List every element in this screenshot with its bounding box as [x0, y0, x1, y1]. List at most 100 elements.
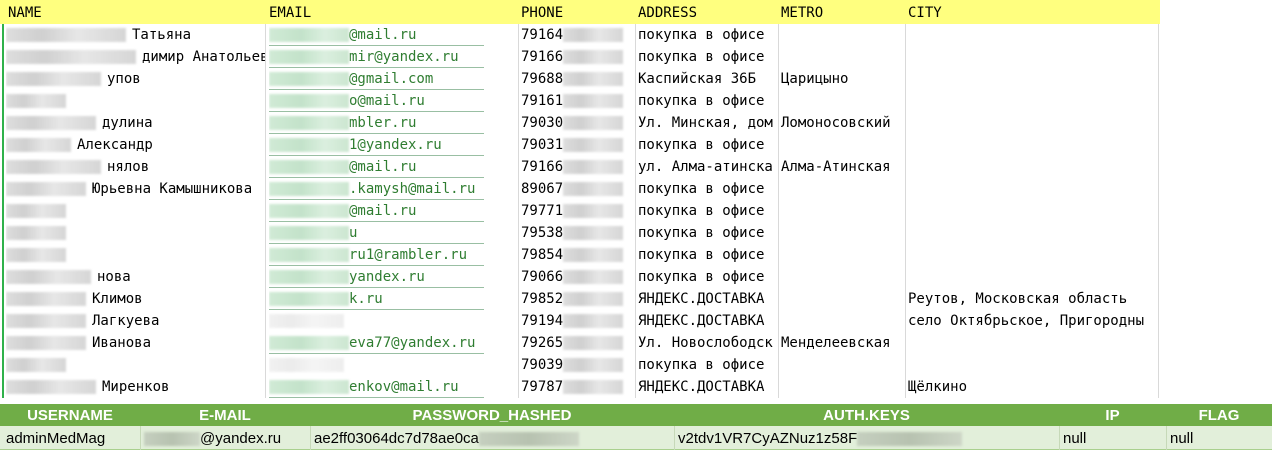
- cell-name[interactable]: [6, 354, 265, 376]
- cell-metro[interactable]: Менделеевская: [781, 332, 905, 354]
- table-row[interactable]: Юрьевна Камышникова .kamysh@mail.ru 89067 п…: [0, 178, 1160, 200]
- cell-name[interactable]: [6, 244, 265, 266]
- cell-address[interactable]: покупка в офисе: [638, 244, 778, 266]
- cell-city[interactable]: [908, 68, 1160, 90]
- cell-metro[interactable]: Царицыно: [781, 68, 905, 90]
- cell-email[interactable]: .kamysh@mail.ru: [269, 178, 518, 200]
- cell-email[interactable]: @mail.ru: [269, 156, 518, 178]
- cell-username[interactable]: adminMedMag: [6, 426, 140, 450]
- cell-email[interactable]: k.ru: [269, 288, 518, 310]
- table-row[interactable]: o@mail.ru 79161 покупка в офисе: [0, 90, 1160, 112]
- cell-email[interactable]: mbler.ru: [269, 112, 518, 134]
- cell-city[interactable]: село Октябрьское, Пригородны: [908, 310, 1160, 332]
- cell-metro[interactable]: [781, 24, 905, 46]
- cell-metro[interactable]: [781, 200, 905, 222]
- cell-email[interactable]: @mail.ru: [269, 24, 518, 46]
- cell-city[interactable]: [908, 266, 1160, 288]
- cell-address[interactable]: покупка в офисе: [638, 354, 778, 376]
- cell-name[interactable]: Иванова: [6, 332, 265, 354]
- cell-phone[interactable]: 79161: [521, 90, 635, 112]
- cell-password-hashed[interactable]: ae2ff03064dc7d78ae0ca: [314, 426, 674, 450]
- cell-email-text[interactable]: @mail.ru: [349, 27, 416, 43]
- cell-name[interactable]: дулина: [6, 112, 265, 134]
- table-row[interactable]: Лагкуева 79194 ЯНДЕКС.ДОСТАВКА село Октябрь…: [0, 310, 1160, 332]
- cell-city[interactable]: [908, 200, 1160, 222]
- cell-metro[interactable]: [781, 288, 905, 310]
- table-row[interactable]: дулина mbler.ru 79030 Ул. Минская, дом Ломон…: [0, 112, 1160, 134]
- table-row[interactable]: Климов k.ru 79852 ЯНДЕКС.ДОСТАВКА Реутов, Мо…: [0, 288, 1160, 310]
- cell-email-text[interactable]: k.ru: [349, 291, 383, 307]
- cell-metro[interactable]: [781, 244, 905, 266]
- table-row[interactable]: ru1@rambler.ru 79854 покупка в офисе: [0, 244, 1160, 266]
- cell-city[interactable]: [908, 332, 1160, 354]
- cell-phone[interactable]: 79066: [521, 266, 635, 288]
- cell-email[interactable]: @mail.ru: [269, 200, 518, 222]
- cell-email[interactable]: [269, 310, 518, 332]
- header-flag[interactable]: FLAG: [1166, 404, 1272, 426]
- cell-email[interactable]: 1@yandex.ru: [269, 134, 518, 156]
- cell-email[interactable]: u: [269, 222, 518, 244]
- cell-city[interactable]: [908, 46, 1160, 68]
- header-username[interactable]: USERNAME: [0, 404, 140, 426]
- cell-phone[interactable]: 79688: [521, 68, 635, 90]
- cell-email-text[interactable]: @gmail.com: [349, 71, 433, 87]
- cell-email-text[interactable]: yandex.ru: [349, 269, 425, 285]
- cell-address[interactable]: покупка в офисе: [638, 90, 778, 112]
- cell-email[interactable]: yandex.ru: [269, 266, 518, 288]
- cell-city[interactable]: Реутов, Московская область: [908, 288, 1160, 310]
- cell-city[interactable]: [908, 134, 1160, 156]
- cell-phone[interactable]: 79194: [521, 310, 635, 332]
- cell-auth-keys[interactable]: v2tdv1VR7CyAZNuz1z58F: [678, 426, 1059, 450]
- cell-metro[interactable]: Ломоносовский: [781, 112, 905, 134]
- cell-address[interactable]: покупка в офисе: [638, 46, 778, 68]
- cell-name[interactable]: Александр: [6, 134, 265, 156]
- table-row[interactable]: 79039 покупка в офисе: [0, 354, 1160, 376]
- cell-metro[interactable]: [781, 134, 905, 156]
- cell-flag[interactable]: null: [1170, 426, 1272, 450]
- table-row[interactable]: Миренков enkov@mail.ru 79787 ЯНДЕКС.ДОСТАВК…: [0, 376, 1160, 398]
- cell-email-text[interactable]: ru1@rambler.ru: [349, 247, 467, 263]
- cell-email-text[interactable]: eva77@yandex.ru: [349, 335, 475, 351]
- table-row[interactable]: Татьяна @mail.ru 79164 покупка в офисе: [0, 24, 1160, 46]
- cell-metro[interactable]: [781, 354, 905, 376]
- cell-metro[interactable]: Алма-Атинская: [781, 156, 905, 178]
- cell-phone[interactable]: 79787: [521, 376, 635, 398]
- cell-name[interactable]: упов: [6, 68, 265, 90]
- header-password-hashed[interactable]: PASSWORD_HASHED: [310, 404, 674, 426]
- cell-email-text[interactable]: enkov@mail.ru: [349, 379, 459, 395]
- table-row[interactable]: Александр 1@yandex.ru 79031 покупка в офисе: [0, 134, 1160, 156]
- header-email[interactable]: EMAIL: [265, 0, 518, 24]
- cell-address[interactable]: покупка в офисе: [638, 222, 778, 244]
- cell-email[interactable]: enkov@mail.ru: [269, 376, 518, 398]
- header-auth-keys[interactable]: AUTH.KEYS: [674, 404, 1059, 426]
- header-address[interactable]: ADDRESS: [635, 0, 778, 24]
- cell-address[interactable]: покупка в офисе: [638, 24, 778, 46]
- cell-email[interactable]: [269, 354, 518, 376]
- cell-name[interactable]: Климов: [6, 288, 265, 310]
- cell-city[interactable]: [908, 354, 1160, 376]
- cell-address[interactable]: покупка в офисе: [638, 266, 778, 288]
- cell-e-mail[interactable]: @yandex.ru: [140, 426, 310, 450]
- cell-name[interactable]: Юрьевна Камышникова: [6, 178, 265, 200]
- cell-city[interactable]: [908, 112, 1160, 134]
- cell-metro[interactable]: [781, 376, 905, 398]
- cell-phone[interactable]: 79852: [521, 288, 635, 310]
- cell-email-text[interactable]: u: [349, 225, 357, 241]
- cell-email[interactable]: eva77@yandex.ru: [269, 332, 518, 354]
- cell-city[interactable]: [908, 156, 1160, 178]
- table-row[interactable]: нова yandex.ru 79066 покупка в офисе: [0, 266, 1160, 288]
- cell-phone[interactable]: 79030: [521, 112, 635, 134]
- cell-email[interactable]: ru1@rambler.ru: [269, 244, 518, 266]
- cell-ip[interactable]: null: [1063, 426, 1166, 450]
- cell-metro[interactable]: [781, 46, 905, 68]
- header-metro[interactable]: METRO: [778, 0, 905, 24]
- cell-address[interactable]: покупка в офисе: [638, 178, 778, 200]
- cell-city[interactable]: [908, 244, 1160, 266]
- cell-name[interactable]: [6, 200, 265, 222]
- cell-email-text[interactable]: @mail.ru: [349, 203, 416, 219]
- cell-name[interactable]: нялов: [6, 156, 265, 178]
- cell-phone[interactable]: 79166: [521, 46, 635, 68]
- cell-metro[interactable]: [781, 90, 905, 112]
- cell-address[interactable]: ЯНДЕКС.ДОСТАВКА: [638, 310, 778, 332]
- header-city[interactable]: CITY: [905, 0, 1160, 24]
